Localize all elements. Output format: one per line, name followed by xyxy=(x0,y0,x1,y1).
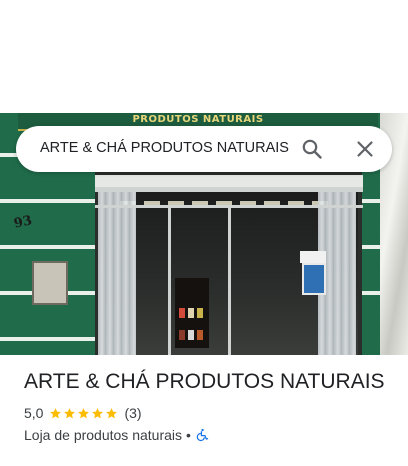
door-frame-top xyxy=(95,187,363,192)
wheelchair-icon xyxy=(196,428,209,442)
place-title: ARTE & CHÁ PRODUTOS NATURAIS xyxy=(24,370,385,393)
category-row: Loja de produtos naturais • xyxy=(24,427,209,443)
star-icon xyxy=(78,407,90,418)
star-rating xyxy=(49,407,119,420)
search-icon[interactable] xyxy=(300,137,324,161)
star-icon xyxy=(106,407,118,418)
door-poster xyxy=(302,263,326,295)
separator-dot: • xyxy=(186,427,191,443)
door-frame-divider xyxy=(228,205,231,355)
rating-value: 5,0 xyxy=(24,405,44,421)
shop-sign-text: PRODUTOS NATURAIS xyxy=(132,114,264,125)
rating-row[interactable]: 5,0 (3) xyxy=(24,405,142,421)
product-shelf xyxy=(175,278,209,348)
door-label xyxy=(300,251,326,263)
door-frame-divider xyxy=(168,205,171,355)
awning xyxy=(95,175,363,187)
close-icon[interactable] xyxy=(353,137,377,161)
curtain-left xyxy=(98,187,136,355)
star-icon xyxy=(92,407,104,418)
star-icon xyxy=(64,407,76,418)
star-icon xyxy=(50,407,62,418)
search-query[interactable]: ARTE & CHÁ PRODUTOS NATURAIS xyxy=(40,140,289,156)
search-bar[interactable]: ARTE & CHÁ PRODUTOS NATURAIS xyxy=(16,126,392,172)
review-count[interactable]: (3) xyxy=(124,405,141,421)
intercom-box xyxy=(32,261,68,305)
place-category: Loja de produtos naturais xyxy=(24,427,182,443)
